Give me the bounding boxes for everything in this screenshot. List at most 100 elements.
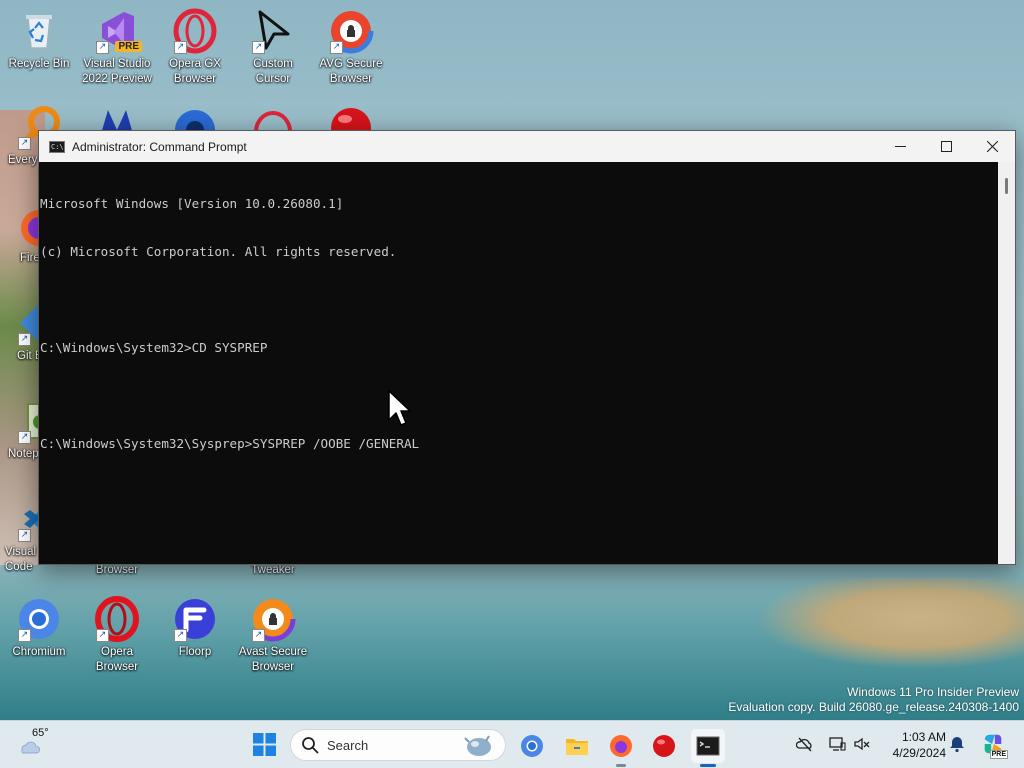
cmd-icon: C:\ [49, 140, 65, 153]
shortcut-arrow-icon: ↗ [18, 529, 31, 542]
window-controls [877, 131, 1015, 162]
speaker-muted-icon [854, 737, 870, 751]
cursor-arrow-icon: ↗ [250, 8, 296, 54]
taskbar-red-app[interactable] [647, 729, 681, 763]
chromium-icon [521, 735, 543, 757]
desktop-icon-label: Recycle Bin [8, 58, 70, 70]
console-line: Microsoft Windows [Version 10.0.26080.1] [40, 196, 344, 211]
shortcut-arrow-icon: ↗ [252, 41, 265, 54]
command-prompt-window[interactable]: C:\ Administrator: Command Prompt Micros… [38, 130, 1016, 565]
taskbar-command-prompt[interactable] [691, 729, 725, 767]
wallpaper-sandbar [760, 578, 1024, 668]
weather-temperature: 65° [32, 727, 49, 739]
taskbar-search-box[interactable]: Search [290, 729, 506, 761]
search-highlight-icon [464, 735, 491, 756]
visual-studio-icon: PRE ↗ [94, 8, 142, 54]
bell-icon [950, 737, 964, 753]
copilot-pre-badge: PRE [989, 750, 1008, 759]
cloud-offline-icon [796, 737, 812, 752]
desktop-icon-avg-secure-browser[interactable]: ↗ AVG Secure Browser [314, 8, 388, 87]
window-titlebar[interactable]: C:\ Administrator: Command Prompt [39, 131, 1015, 162]
shortcut-arrow-icon: ↗ [252, 629, 265, 642]
opera-gx-icon: ↗ [172, 8, 218, 54]
desktop-icon-label: Browser [95, 564, 139, 576]
desktop-icon-label: Opera GX Browser [169, 58, 221, 85]
desktop-icon-label: Chromium [12, 646, 66, 658]
shortcut-arrow-icon: ↗ [18, 629, 31, 642]
weather-widget[interactable]: 65° [16, 727, 56, 763]
running-indicator [616, 764, 626, 767]
desktop-icon-label: Avast Secure Browser [238, 646, 308, 673]
opera-icon: ↗ [94, 596, 140, 642]
vertical-scrollbar[interactable] [998, 162, 1015, 564]
console-line: C:\Windows\System32\Sysprep>SYSPREP /OOB… [40, 436, 420, 451]
tray-onedrive[interactable] [794, 733, 816, 755]
console-line: (c) Microsoft Corporation. All rights re… [40, 244, 397, 259]
tray-notifications[interactable] [946, 733, 968, 755]
watermark-edition: Windows 11 Pro Insider Preview [847, 685, 1019, 699]
tray-display[interactable] [826, 733, 848, 755]
window-title: Administrator: Command Prompt [72, 139, 247, 154]
taskbar-file-explorer[interactable] [560, 729, 594, 763]
red-ball-icon [653, 735, 675, 757]
shortcut-arrow-icon: ↗ [96, 41, 109, 54]
desktop-icon-hidden-tweaker[interactable]: Tweaker [236, 563, 310, 578]
windows-start-icon[interactable] [253, 733, 276, 756]
chromium-icon: ↗ [16, 596, 62, 642]
taskbar: 65° Search 1:03 AM 4/29/2024 PRE [0, 720, 1024, 768]
shortcut-arrow-icon: ↗ [18, 333, 31, 346]
desktop-icon-hidden-browser[interactable]: Browser [80, 563, 154, 578]
search-placeholder: Search [327, 737, 369, 753]
console-output[interactable]: Microsoft Windows [Version 10.0.26080.1]… [39, 162, 998, 564]
desktop-icon-label: Opera Browser [95, 646, 139, 673]
desktop-icon-avast-secure-browser[interactable]: ↗ Avast Secure Browser [236, 596, 310, 675]
maximize-icon [940, 141, 952, 152]
close-icon [986, 141, 998, 152]
folder-icon [566, 739, 588, 755]
desktop-icon-opera-gx-browser[interactable]: ↗ Opera GX Browser [158, 8, 232, 87]
avast-browser-icon: ↗ [250, 596, 296, 642]
active-indicator [700, 764, 716, 767]
console-line: C:\Windows\System32>CD SYSPREP [40, 340, 268, 355]
taskbar-chromium[interactable] [515, 729, 549, 763]
desktop-icon-label: Custom Cursor [253, 58, 293, 85]
shortcut-arrow-icon: ↗ [330, 41, 343, 54]
desktop-icon-chromium[interactable]: ↗ Chromium [2, 596, 76, 660]
shortcut-arrow-icon: ↗ [96, 629, 109, 642]
pre-badge: PRE [115, 41, 142, 52]
scrollbar-thumb[interactable] [1005, 178, 1008, 194]
recycle-bin-icon [16, 8, 62, 54]
tray-volume[interactable] [851, 733, 873, 755]
clock-date: 4/29/2024 [892, 746, 946, 760]
desktop-icon-recycle-bin[interactable]: Recycle Bin [2, 8, 76, 72]
shortcut-arrow-icon: ↗ [18, 137, 31, 150]
minimize-button[interactable] [877, 131, 923, 162]
watermark-build: Evaluation copy. Build 26080.ge_release.… [728, 700, 1019, 714]
search-icon [302, 737, 319, 754]
tray-copilot[interactable]: PRE [980, 731, 1008, 759]
desktop-icon-visual-studio-2022-preview[interactable]: PRE ↗ Visual Studio 2022 Preview [80, 8, 154, 87]
maximize-button[interactable] [923, 131, 969, 162]
windows-watermark: Windows 11 Pro Insider Preview Evaluatio… [728, 685, 1019, 715]
desktop-icon-label: Tweaker [251, 564, 295, 576]
shortcut-arrow-icon: ↗ [174, 41, 187, 54]
clock-time: 1:03 AM [901, 730, 946, 744]
taskbar-firefox[interactable] [604, 729, 638, 767]
avg-browser-icon: ↗ [328, 8, 374, 54]
shortcut-arrow-icon: ↗ [174, 629, 187, 642]
desktop-icon-label: Visual Studio 2022 Preview [82, 58, 152, 85]
desktop-icon-label: Floorp [178, 646, 212, 658]
desktop-icon-floorp[interactable]: ↗ Floorp [158, 596, 232, 660]
desktop-icon-label: AVG Secure Browser [319, 58, 383, 85]
desktop-icon-custom-cursor[interactable]: ↗ Custom Cursor [236, 8, 310, 87]
taskbar-clock[interactable]: 1:03 AM 4/29/2024 [880, 729, 946, 761]
mouse-pointer-icon [388, 390, 411, 426]
floorp-icon: ↗ [172, 596, 218, 642]
monitor-icon [829, 737, 846, 751]
firefox-icon [610, 735, 632, 757]
cmd-icon [696, 736, 720, 756]
close-button[interactable] [969, 131, 1015, 162]
desktop-icon-opera-browser[interactable]: ↗ Opera Browser [80, 596, 154, 675]
